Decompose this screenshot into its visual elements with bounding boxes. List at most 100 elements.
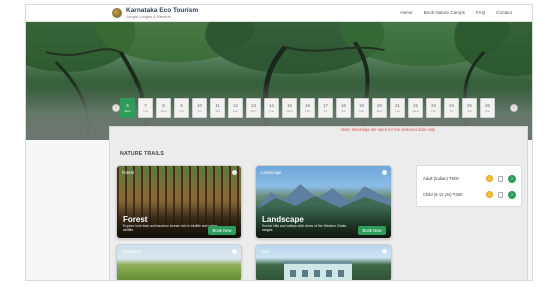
- price-coin-icon: [486, 191, 493, 198]
- date-chip[interactable]: 9 Thu: [174, 98, 189, 118]
- date-chip[interactable]: 16 Thu: [300, 98, 315, 118]
- date-number: 17: [323, 103, 328, 108]
- favorite-icon[interactable]: [232, 170, 237, 175]
- date-chip[interactable]: 24 Fri: [444, 98, 459, 118]
- menu-item-book[interactable]: Book Nature Camps: [424, 10, 465, 15]
- section-title: NATURE TRAILS: [120, 151, 165, 157]
- date-weekday: Fri: [323, 109, 328, 113]
- date-weekday: Tue: [142, 109, 149, 113]
- date-chip[interactable]: 21 Tue: [390, 98, 405, 118]
- menu-item-home[interactable]: Home: [400, 10, 412, 15]
- date-next-arrow-icon[interactable]: ›: [510, 104, 518, 112]
- date-chip[interactable]: 10 Fri: [192, 98, 207, 118]
- favorite-icon[interactable]: [382, 170, 387, 175]
- date-number: 8: [162, 103, 165, 108]
- trail-card-grassland[interactable]: Grassland: [116, 244, 242, 280]
- logo-emblem-icon[interactable]: [112, 8, 122, 18]
- ticket-selector: Adult (Indian) ₹500 › Child (5-12 yrs) ₹…: [416, 165, 522, 207]
- date-number: 19: [359, 103, 364, 108]
- date-weekday: Sat: [341, 109, 346, 113]
- date-weekday: Sun: [484, 109, 491, 113]
- card-tag: Landscape: [261, 170, 282, 175]
- date-selector: 6 Mon 7 Tue 8 Wed 9 Thu 10 Fri 11 Sat 12 Sun 13…: [120, 98, 508, 119]
- date-chip[interactable]: 7 Tue: [138, 98, 153, 118]
- favorite-icon[interactable]: [232, 249, 237, 254]
- date-chip[interactable]: 18 Sat: [336, 98, 351, 118]
- date-chip[interactable]: 14 Tue: [264, 98, 279, 118]
- date-weekday: Mon: [376, 109, 383, 113]
- date-number: 14: [269, 103, 274, 108]
- add-ticket-button[interactable]: ›: [508, 191, 516, 199]
- date-number: 23: [431, 103, 436, 108]
- date-weekday: Mon: [124, 109, 131, 113]
- quantity-box[interactable]: [498, 192, 503, 198]
- date-weekday: Sat: [467, 109, 472, 113]
- date-chip[interactable]: 25 Sat: [462, 98, 477, 118]
- date-chip[interactable]: 8 Wed: [156, 98, 171, 118]
- card-title: Landscape: [262, 215, 304, 224]
- ticket-label: Child (5-12 yrs) ₹250: [423, 192, 463, 197]
- date-number: 16: [305, 103, 310, 108]
- card-description: Scenic hills and valleys with views of t…: [262, 224, 347, 233]
- date-weekday: Thu: [430, 109, 437, 113]
- card-tag: Grassland: [122, 249, 142, 254]
- add-ticket-button[interactable]: ›: [508, 175, 516, 183]
- date-weekday: Thu: [178, 109, 185, 113]
- card-description: Explore lush teak and bamboo forests ric…: [123, 224, 218, 233]
- date-weekday: Fri: [197, 109, 202, 113]
- date-chip[interactable]: 26 Sun: [480, 98, 495, 118]
- hero-banner: [26, 22, 532, 140]
- card-tag: Stay: [261, 249, 270, 254]
- date-number: 18: [341, 103, 346, 108]
- trail-card-stay[interactable]: Stay: [255, 244, 392, 280]
- date-chip[interactable]: 12 Sun: [228, 98, 243, 118]
- menu-item-faq[interactable]: FAQ: [476, 10, 485, 15]
- date-prev-arrow-icon[interactable]: ‹: [112, 104, 120, 112]
- date-weekday: Sun: [232, 109, 239, 113]
- date-number: 22: [413, 103, 418, 108]
- lodge-building-image: [284, 261, 352, 280]
- date-number: 26: [485, 103, 490, 108]
- book-now-button[interactable]: Book Now: [358, 226, 386, 235]
- date-weekday: Wed: [286, 109, 293, 113]
- trail-card-forest[interactable]: Forest Forest Explore lush teak and bamb…: [116, 165, 242, 239]
- ticket-row: Child (5-12 yrs) ₹250 ›: [423, 190, 519, 200]
- quantity-box[interactable]: [498, 176, 503, 182]
- date-number: 10: [197, 103, 202, 108]
- top-navbar: Karnataka Eco Tourism Jungle Lodges & Re…: [26, 5, 532, 22]
- date-number: 25: [467, 103, 472, 108]
- date-chip[interactable]: 19 Sun: [354, 98, 369, 118]
- date-number: 12: [233, 103, 238, 108]
- date-weekday: Fri: [449, 109, 454, 113]
- date-number: 7: [144, 103, 147, 108]
- book-now-button[interactable]: Book Now: [208, 226, 236, 235]
- main-menu: Home Book Nature Camps FAQ Contact: [400, 10, 512, 15]
- card-tag: Forest: [122, 170, 134, 175]
- date-chip[interactable]: 20 Mon: [372, 98, 387, 118]
- date-weekday: Sun: [358, 109, 365, 113]
- menu-item-contact[interactable]: Contact: [496, 10, 512, 15]
- price-coin-icon: [486, 175, 493, 182]
- booking-notice: Note: Bookings are open for the selected…: [341, 127, 436, 132]
- date-weekday: Tue: [394, 109, 401, 113]
- date-weekday: Wed: [160, 109, 167, 113]
- card-title: Forest: [123, 215, 148, 224]
- date-chip-selected[interactable]: 6 Mon: [120, 98, 135, 118]
- browser-viewport: Karnataka Eco Tourism Jungle Lodges & Re…: [25, 4, 533, 281]
- date-chip[interactable]: 17 Fri: [318, 98, 333, 118]
- date-chip[interactable]: 11 Sat: [210, 98, 225, 118]
- date-chip[interactable]: 22 Wed: [408, 98, 423, 118]
- date-number: 6: [126, 103, 129, 108]
- favorite-icon[interactable]: [382, 249, 387, 254]
- date-chip[interactable]: 23 Thu: [426, 98, 441, 118]
- date-chip[interactable]: 13 Mon: [246, 98, 261, 118]
- date-weekday: Sat: [215, 109, 220, 113]
- brand-title[interactable]: Karnataka Eco Tourism: [126, 7, 198, 14]
- date-number: 21: [395, 103, 400, 108]
- trail-card-landscape[interactable]: Landscape Landscape Scenic hills and val…: [255, 165, 392, 239]
- date-number: 15: [287, 103, 292, 108]
- date-number: 20: [377, 103, 382, 108]
- date-weekday: Thu: [304, 109, 311, 113]
- ticket-label: Adult (Indian) ₹500: [423, 176, 459, 181]
- date-chip[interactable]: 15 Wed: [282, 98, 297, 118]
